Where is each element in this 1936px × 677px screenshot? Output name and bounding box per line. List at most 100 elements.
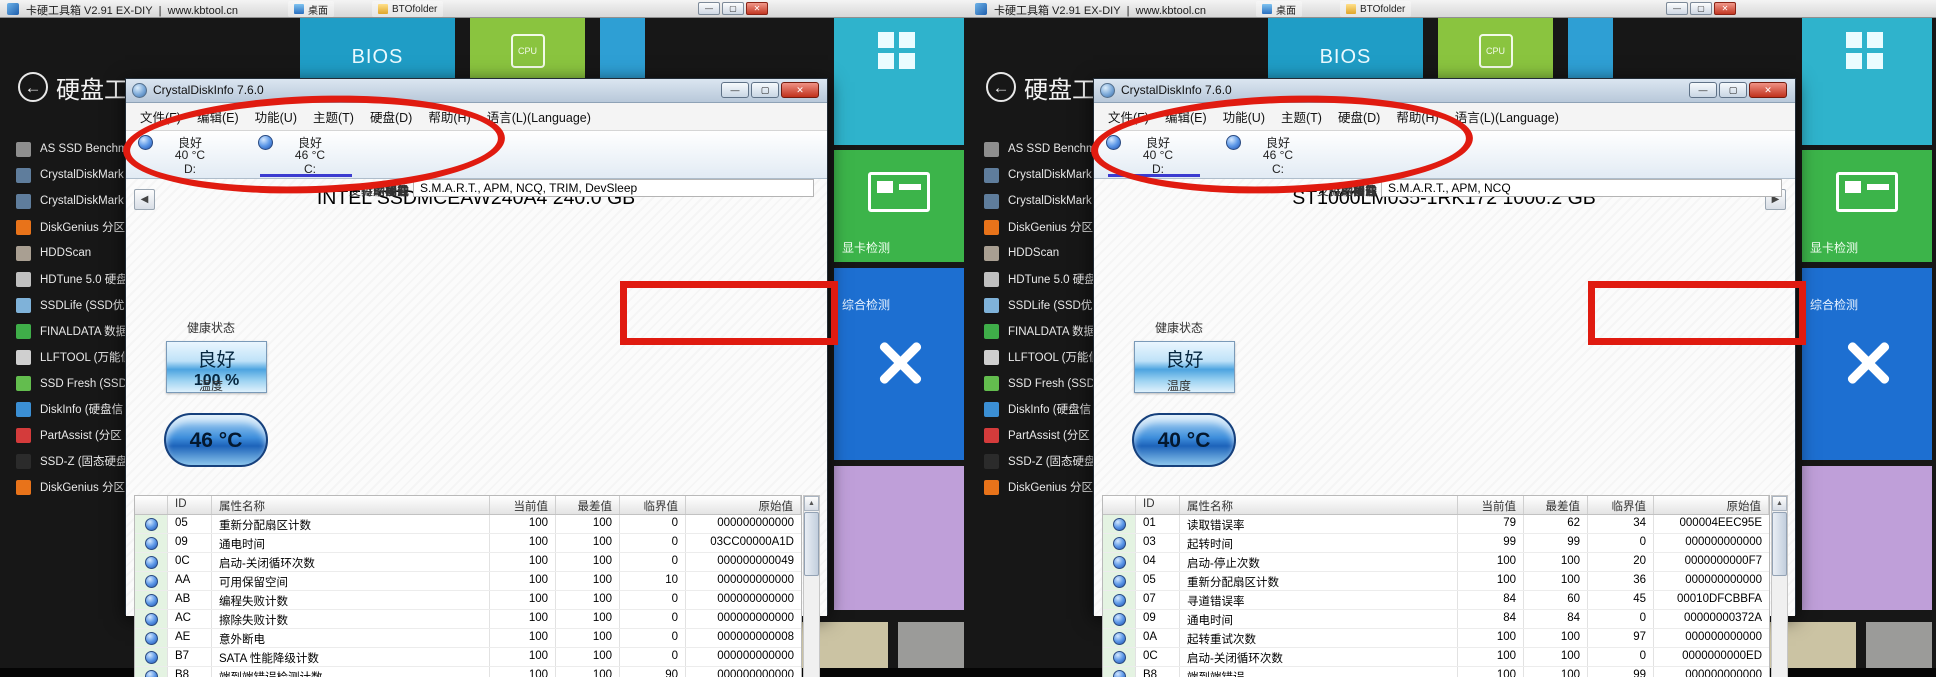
cell-threshold: 0 <box>1588 534 1654 552</box>
attribute-status-orb-icon <box>1113 651 1126 664</box>
maximize-button[interactable]: ▢ <box>1719 82 1747 98</box>
column-header-worst[interactable]: 最差值 <box>556 496 620 514</box>
column-header-raw[interactable]: 原始值 <box>686 496 801 514</box>
app-icon <box>16 142 31 157</box>
column-header-name[interactable]: 属性名称 <box>1180 496 1458 514</box>
cell-raw-value: 000000000000 <box>1654 667 1769 677</box>
back-button[interactable]: ← <box>986 72 1016 102</box>
menu-item[interactable]: 语言(L)(Language) <box>479 107 599 126</box>
cell-current: 84 <box>1458 591 1524 609</box>
tool-minimize-button[interactable]: — <box>1666 2 1688 15</box>
column-header-name[interactable]: 属性名称 <box>212 496 490 514</box>
table-row[interactable]: AE 意外断电 100 100 0 000000000008 <box>135 629 801 648</box>
cell-id: AA <box>168 572 212 590</box>
close-button[interactable]: ✕ <box>781 82 819 98</box>
table-row[interactable]: B8 端到端错误 100 100 99 000000000000 <box>1103 667 1769 677</box>
cell-worst: 100 <box>1524 553 1588 571</box>
tile-full-test[interactable]: 综合检测 <box>1802 268 1932 460</box>
table-row[interactable]: 09 通电时间 100 100 0 03CC00000A1D <box>135 534 801 553</box>
scroll-up-icon[interactable]: ▲ <box>1772 496 1787 511</box>
column-header-worst[interactable]: 最差值 <box>1524 496 1588 514</box>
table-row[interactable]: B7 SATA 性能降级计数 100 100 0 000000000000 <box>135 648 801 667</box>
cell-attribute-name: 寻道错误率 <box>1180 591 1458 609</box>
table-row[interactable]: AB 编程失败计数 100 100 0 000000000000 <box>135 591 801 610</box>
table-scrollbar[interactable]: ▲ ▼ <box>803 495 820 677</box>
table-scrollbar[interactable]: ▲ ▼ <box>1771 495 1788 677</box>
maximize-button[interactable]: ▢ <box>751 82 779 98</box>
scroll-up-icon[interactable]: ▲ <box>804 496 819 511</box>
scrollbar-thumb[interactable] <box>1772 512 1787 576</box>
close-button[interactable]: ✕ <box>1749 82 1787 98</box>
column-header-raw[interactable]: 原始值 <box>1654 496 1769 514</box>
cell-worst: 100 <box>1524 629 1588 647</box>
table-row[interactable]: 09 通电时间 84 84 0 00000000372A <box>1103 610 1769 629</box>
table-row[interactable]: 05 重新分配扇区计数 100 100 36 000000000000 <box>1103 572 1769 591</box>
table-row[interactable]: AA 可用保留空间 100 100 10 000000000000 <box>135 572 801 591</box>
tool-close-button[interactable]: ✕ <box>1714 2 1736 15</box>
health-status-value: 良好 <box>167 345 266 372</box>
temperature-pill: 46 °C <box>164 413 268 467</box>
tile-memory[interactable] <box>1802 18 1932 145</box>
taskbar-item-desktop[interactable]: 桌面 <box>1256 1 1302 17</box>
cell-threshold: 0 <box>620 534 686 552</box>
table-row[interactable]: 04 启动-停止次数 100 100 20 0000000000F7 <box>1103 553 1769 572</box>
table-row[interactable]: 07 寻道错误率 84 60 45 00010DFCBBFA <box>1103 591 1769 610</box>
column-header-threshold[interactable]: 临界值 <box>1588 496 1654 514</box>
folder-icon <box>1346 4 1356 14</box>
cell-attribute-name: 擦除失败计数 <box>212 610 490 628</box>
cell-attribute-name: 重新分配扇区计数 <box>1180 572 1458 590</box>
table-row[interactable]: 0C 启动-关闭循环次数 100 100 0 000000000049 <box>135 553 801 572</box>
taskbar-item-folder[interactable]: BTOfolder <box>372 1 443 17</box>
tool-maximize-button[interactable]: ▢ <box>1690 2 1712 15</box>
cell-worst: 100 <box>556 534 620 552</box>
tile-memory[interactable] <box>834 18 964 145</box>
cell-raw-value: 000000000000 <box>686 572 801 590</box>
cell-worst: 100 <box>556 553 620 571</box>
tile-gpu-test[interactable]: 显卡检测 <box>834 150 964 262</box>
temperature-label: 温度 <box>136 377 286 394</box>
cell-threshold: 36 <box>1588 572 1654 590</box>
row-status-cell <box>1103 629 1136 647</box>
attribute-status-orb-icon <box>1113 556 1126 569</box>
cell-current: 84 <box>1458 610 1524 628</box>
minimize-button[interactable]: — <box>721 82 749 98</box>
menu-item[interactable]: 语言(L)(Language) <box>1447 107 1567 126</box>
table-row[interactable]: 0A 起转重试次数 100 100 97 000000000000 <box>1103 629 1769 648</box>
table-row[interactable]: 0C 启动-关闭循环次数 100 100 0 0000000000ED <box>1103 648 1769 667</box>
tile-gpu-label: 显卡检测 <box>1810 239 1858 256</box>
column-header-id[interactable]: ID <box>1136 496 1180 514</box>
tool-minimize-button[interactable]: — <box>698 2 720 15</box>
attribute-status-orb-icon <box>145 613 158 626</box>
table-row[interactable]: B8 端到端错误检测计数 100 100 90 000000000000 <box>135 667 801 677</box>
column-header-current[interactable]: 当前值 <box>1458 496 1524 514</box>
cdi-titlebar[interactable]: CrystalDiskInfo 7.6.0 — ▢ ✕ <box>1094 79 1795 103</box>
scrollbar-thumb[interactable] <box>804 512 819 576</box>
table-row[interactable]: 05 重新分配扇区计数 100 100 0 000000000000 <box>135 515 801 534</box>
table-row[interactable]: 01 读取错误率 79 62 34 000004EEC95E <box>1103 515 1769 534</box>
taskbar-item-desktop[interactable]: 桌面 <box>288 1 334 17</box>
row-status-cell <box>135 534 168 552</box>
sidebar-item-label: CrystalDiskMark <box>40 195 124 207</box>
tool-close-button[interactable]: ✕ <box>746 2 768 15</box>
column-header-current[interactable]: 当前值 <box>490 496 556 514</box>
app-icon <box>16 376 31 391</box>
table-row[interactable]: 03 起转时间 99 99 0 000000000000 <box>1103 534 1769 553</box>
back-button[interactable]: ← <box>18 72 48 102</box>
cell-current: 100 <box>490 591 556 609</box>
column-header-threshold[interactable]: 临界值 <box>620 496 686 514</box>
tile-gpu-test[interactable]: 显卡检测 <box>1802 150 1932 262</box>
sidebar-item-label: FINALDATA 数据 <box>1008 323 1095 339</box>
taskbar-item-label: 桌面 <box>1276 2 1296 17</box>
tool-title: 卡硬工具箱 V2.91 EX-DIY | www.kbtool.cn <box>994 2 1206 18</box>
column-header-id[interactable]: ID <box>168 496 212 514</box>
tile-full-test[interactable]: 综合检测 <box>834 268 964 460</box>
app-icon <box>16 402 31 417</box>
attribute-status-orb-icon <box>1113 518 1126 531</box>
row-status-cell <box>135 610 168 628</box>
cdi-titlebar[interactable]: CrystalDiskInfo 7.6.0 — ▢ ✕ <box>126 79 827 103</box>
minimize-button[interactable]: — <box>1689 82 1717 98</box>
attribute-status-orb-icon <box>145 537 158 550</box>
tool-maximize-button[interactable]: ▢ <box>722 2 744 15</box>
taskbar-item-folder[interactable]: BTOfolder <box>1340 1 1411 17</box>
table-row[interactable]: AC 擦除失败计数 100 100 0 000000000000 <box>135 610 801 629</box>
